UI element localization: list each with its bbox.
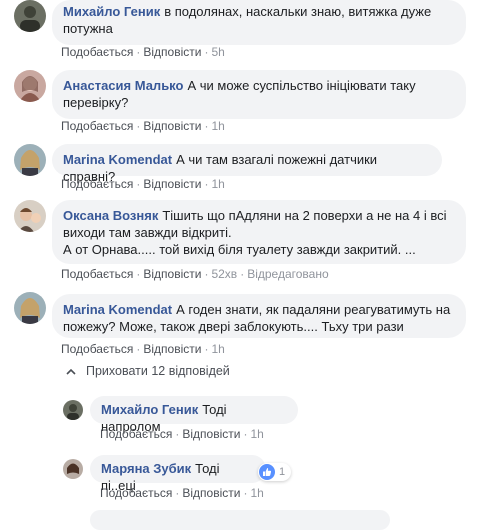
comment-text-line2: А от Орнава..... той вихід біля туалету …: [63, 242, 416, 257]
comment-actions: Подобається · Відповісти · 1h: [61, 177, 225, 191]
avatar[interactable]: [14, 292, 46, 324]
reply-link[interactable]: Відповісти: [143, 119, 201, 133]
avatar[interactable]: [14, 144, 46, 176]
reply-bubble: Михайло Геник Тоді напролом: [90, 396, 298, 434]
hide-replies-toggle[interactable]: Приховати 12 відповідей: [66, 364, 230, 378]
comment-actions: Подобається · Відповісти · 1h: [61, 342, 225, 356]
comment-time[interactable]: 1h: [211, 342, 224, 356]
avatar[interactable]: [14, 0, 46, 32]
reply-actions: Подобається · Відповісти · 1h: [100, 486, 264, 500]
like-link[interactable]: Подобається: [100, 427, 172, 441]
like-link[interactable]: Подобається: [61, 119, 133, 133]
comment-time[interactable]: 52хв: [211, 267, 237, 281]
comment-time[interactable]: 1h: [211, 177, 224, 191]
comment-author[interactable]: Оксана Возняк: [63, 208, 158, 223]
comment-time[interactable]: 5h: [211, 45, 224, 59]
comment-bubble: Оксана Возняк Тішить що пАдляни на 2 пове…: [52, 200, 466, 264]
comment-author[interactable]: Михайло Геник: [63, 4, 160, 19]
reply-time[interactable]: 1h: [250, 486, 263, 500]
reply-author[interactable]: Михайло Геник: [101, 402, 198, 417]
reaction-badge[interactable]: 1: [258, 463, 292, 481]
comment-author[interactable]: Анастасия Малько: [63, 78, 183, 93]
comment-actions: Подобається · Відповісти · 52хв · Відредагован…: [61, 267, 329, 281]
comment-author[interactable]: Marina Komendat: [63, 152, 172, 167]
reply-link[interactable]: Відповісти: [143, 267, 201, 281]
like-reaction-icon: [259, 464, 275, 480]
comment-bubble: Михайло Геник в подолянах, наскальки знаю…: [52, 0, 466, 45]
hide-replies-label: Приховати 12 відповідей: [86, 364, 230, 378]
chevron-up-icon: [66, 366, 76, 378]
comment-bubble: Marina Komendat А чи там взагалі пожежні …: [52, 144, 442, 184]
reply-bubble-partial: [90, 510, 390, 530]
reply-actions: Подобається · Відповісти · 1h: [100, 427, 264, 441]
reply-link[interactable]: Відповісти: [143, 45, 201, 59]
edited-label[interactable]: Відредаговано: [247, 267, 328, 281]
avatar[interactable]: [14, 200, 46, 232]
reply-link[interactable]: Відповісти: [143, 177, 201, 191]
comment-author[interactable]: Marina Komendat: [63, 302, 172, 317]
comment-actions: Подобається · Відповісти · 1h: [61, 119, 225, 133]
like-link[interactable]: Подобається: [61, 177, 133, 191]
reply-link[interactable]: Відповісти: [182, 486, 240, 500]
like-link[interactable]: Подобається: [61, 267, 133, 281]
reply-link[interactable]: Відповісти: [182, 427, 240, 441]
reply-author[interactable]: Маряна Зубик: [101, 461, 191, 476]
comment-actions: Подобається · Відповісти · 5h: [61, 45, 225, 59]
reply-time[interactable]: 1h: [250, 427, 263, 441]
reply-link[interactable]: Відповісти: [143, 342, 201, 356]
reply-bubble: Маряна Зубик Тоді пі..еці: [90, 455, 266, 493]
comment-bubble: Marina Komendat А годен знати, як падалян…: [52, 294, 466, 338]
avatar[interactable]: [14, 70, 46, 102]
like-link[interactable]: Подобається: [61, 342, 133, 356]
avatar[interactable]: [63, 400, 83, 420]
reaction-count: 1: [279, 466, 286, 478]
like-link[interactable]: Подобається: [100, 486, 172, 500]
comment-time[interactable]: 1h: [211, 119, 224, 133]
avatar[interactable]: [63, 459, 83, 479]
like-link[interactable]: Подобається: [61, 45, 133, 59]
comment-bubble: Анастасия Малько А чи може суспільство ін…: [52, 70, 466, 119]
